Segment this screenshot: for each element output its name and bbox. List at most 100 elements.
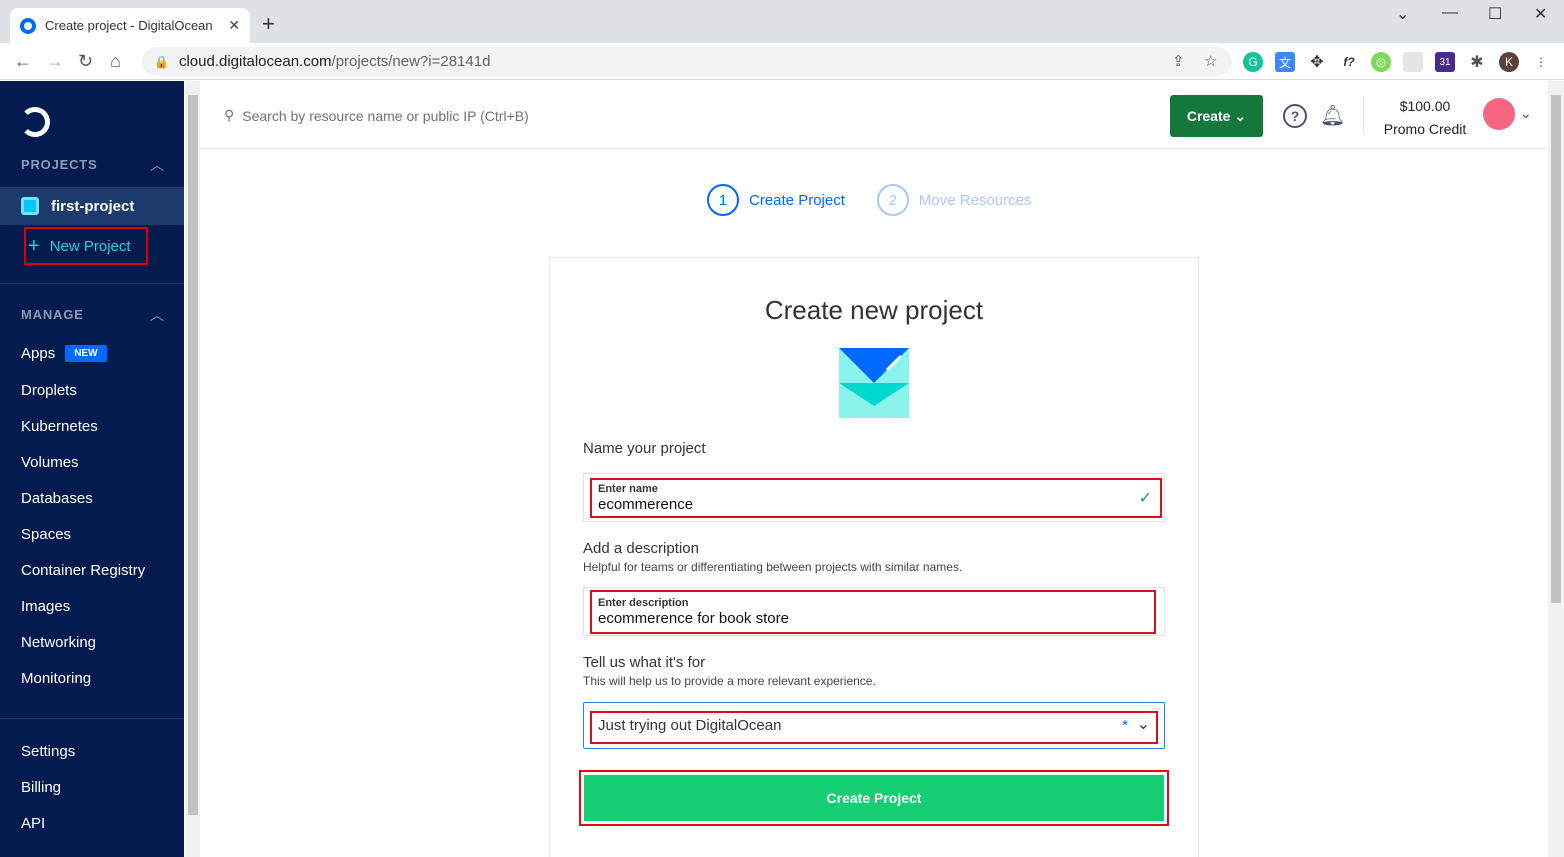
- sidebar-item-label: Billing: [21, 779, 62, 796]
- scrollbar-thumb[interactable]: [1551, 95, 1561, 603]
- required-indicator: *: [1122, 717, 1128, 734]
- scrollbar-thumb[interactable]: [188, 95, 198, 815]
- reload-icon[interactable]: ↻: [78, 51, 93, 72]
- description-field-label: Enter description: [598, 597, 689, 609]
- promo-credit: $100.00 Promo Credit: [1380, 95, 1470, 141]
- sidebar-divider: [0, 718, 184, 719]
- url-path: /projects/new?i=28141d: [331, 53, 491, 70]
- sidebar-item-billing[interactable]: Billing: [21, 779, 61, 796]
- help-icon[interactable]: ?: [1283, 104, 1307, 128]
- sidebar-item-label: Volumes: [21, 454, 79, 471]
- step-move-resources: 2 Move Resources: [876, 184, 1031, 216]
- sidebar-item-kubernetes[interactable]: Kubernetes: [21, 418, 98, 435]
- sidebar-item-volumes[interactable]: Volumes: [21, 454, 79, 471]
- digitalocean-favicon-icon: [20, 17, 36, 34]
- wizard-steps: 1 Create Project 2 Move Resources: [707, 184, 1031, 216]
- font-icon[interactable]: f?: [1339, 52, 1359, 72]
- browser-tab[interactable]: Create project - DigitalOcean ✕: [10, 8, 250, 43]
- share-icon[interactable]: ⇪: [1172, 52, 1185, 70]
- address-bar: ← → ↻ ⌂ 🔒 cloud.digitalocean.com /projec…: [0, 43, 1564, 80]
- puzzle-icon[interactable]: ✱: [1467, 52, 1487, 72]
- window-close-button[interactable]: ✕: [1534, 4, 1547, 24]
- project-description-field[interactable]: Enter description ecommerence for book s…: [583, 587, 1165, 636]
- tab-search-icon[interactable]: ⌄: [1396, 4, 1409, 24]
- user-avatar[interactable]: [1483, 98, 1515, 130]
- description-field-value: ecommerence for book store: [598, 610, 789, 627]
- profile-avatar[interactable]: K: [1499, 52, 1519, 72]
- description-help-text: Helpful for teams or differentiating bet…: [583, 560, 963, 574]
- maximize-button[interactable]: ☐: [1488, 4, 1502, 24]
- chevron-down-icon[interactable]: ⌄: [1520, 105, 1532, 122]
- tab-close-icon[interactable]: ✕: [228, 17, 240, 34]
- minimize-button[interactable]: —: [1442, 4, 1458, 22]
- main-scrollbar[interactable]: [1548, 81, 1564, 857]
- sidebar-item-label: Container Registry: [21, 562, 146, 579]
- name-field-label: Enter name: [598, 483, 658, 495]
- search-placeholder: Search by resource name or public IP (Ct…: [242, 107, 529, 124]
- digitalocean-logo[interactable]: [20, 107, 50, 137]
- forward-icon[interactable]: →: [46, 51, 64, 72]
- new-badge: NEW: [65, 345, 107, 362]
- step-number: 2: [876, 184, 909, 216]
- project-name: first-project: [51, 197, 135, 215]
- sidebar-item-first-project[interactable]: first-project: [0, 187, 184, 225]
- sidebar-item-images[interactable]: Images: [21, 598, 70, 615]
- grammarly-icon[interactable]: G: [1243, 52, 1263, 72]
- sidebar-item-container-registry[interactable]: Container Registry: [21, 562, 145, 579]
- sidebar-item-databases[interactable]: Databases: [21, 490, 93, 507]
- plus-icon: +: [28, 235, 40, 257]
- sidebar-item-monitoring[interactable]: Monitoring: [21, 670, 91, 687]
- target-icon[interactable]: ◎: [1371, 52, 1391, 72]
- projects-section-title: PROJECTS: [21, 157, 98, 172]
- bookmark-star-icon[interactable]: ☆: [1204, 52, 1217, 70]
- sidebar-item-settings[interactable]: Settings: [21, 743, 75, 760]
- sidebar-scrollbar[interactable]: [185, 81, 200, 857]
- name-field-value: ecommerence: [598, 496, 694, 513]
- calendar-extension-icon[interactable]: 31: [1435, 52, 1455, 72]
- sidebar-item-label: Networking: [21, 634, 97, 651]
- new-tab-button[interactable]: +: [262, 13, 275, 35]
- project-icon: [21, 197, 39, 215]
- home-icon[interactable]: ⌂: [110, 51, 121, 72]
- chevron-up-icon[interactable]: ︿: [150, 155, 164, 175]
- project-folder-icon: [839, 348, 909, 418]
- sidebar-item-label: Apps: [21, 345, 56, 362]
- create-dropdown-button[interactable]: Create ⌄: [1170, 95, 1263, 137]
- credit-amount: $100.00: [1399, 98, 1451, 114]
- sidebar-item-droplets[interactable]: Droplets: [21, 382, 77, 399]
- chevron-down-icon: ⌄: [1136, 716, 1150, 733]
- move-icon[interactable]: ✥: [1307, 52, 1327, 72]
- credit-label: Promo Credit: [1383, 121, 1467, 137]
- translate-icon[interactable]: 文: [1275, 52, 1295, 72]
- search-input[interactable]: ⚲ Search by resource name or public IP (…: [224, 107, 529, 124]
- sidebar-item-apps[interactable]: Apps NEW: [21, 345, 107, 362]
- menu-dots-icon[interactable]: ⋮: [1531, 52, 1551, 72]
- new-project-label: New Project: [49, 237, 131, 255]
- step-number: 1: [707, 184, 739, 216]
- new-project-link[interactable]: + New Project: [24, 227, 148, 265]
- step-label: Create Project: [749, 191, 845, 209]
- checkmark-icon: ✓: [1138, 490, 1152, 507]
- create-project-button[interactable]: Create Project: [584, 775, 1164, 821]
- create-project-card: Create new project Name your project Ent…: [549, 257, 1199, 857]
- extension-box-icon[interactable]: [1403, 52, 1423, 72]
- purpose-help-text: This will help us to provide a more rele…: [583, 674, 876, 688]
- project-name-field[interactable]: Enter name ecommerence ✓: [583, 473, 1165, 522]
- sidebar-item-spaces[interactable]: Spaces: [21, 526, 71, 543]
- back-icon[interactable]: ←: [14, 51, 32, 72]
- url-input[interactable]: 🔒 cloud.digitalocean.com /projects/new?i…: [142, 47, 1232, 76]
- sidebar-item-networking[interactable]: Networking: [21, 634, 96, 651]
- browser-tab-strip: Create project - DigitalOcean ✕ + ⌄ — ☐ …: [0, 0, 1564, 43]
- create-label: Create: [1186, 108, 1231, 124]
- sidebar-item-label: Monitoring: [21, 670, 92, 687]
- sidebar-item-label: Settings: [21, 743, 76, 760]
- description-section-label: Add a description: [583, 540, 699, 557]
- sidebar-item-api[interactable]: API: [21, 815, 45, 832]
- chevron-up-icon[interactable]: ︿: [150, 305, 164, 325]
- lock-icon: 🔒: [154, 54, 169, 69]
- sidebar-item-label: Spaces: [21, 526, 72, 543]
- purpose-select[interactable]: Just trying out DigitalOcean * ⌄: [583, 702, 1165, 749]
- highlight-box: Create Project: [579, 770, 1169, 826]
- bell-icon[interactable]: 🔔︎: [1320, 103, 1345, 128]
- chevron-down-icon: ⌄: [1234, 107, 1247, 124]
